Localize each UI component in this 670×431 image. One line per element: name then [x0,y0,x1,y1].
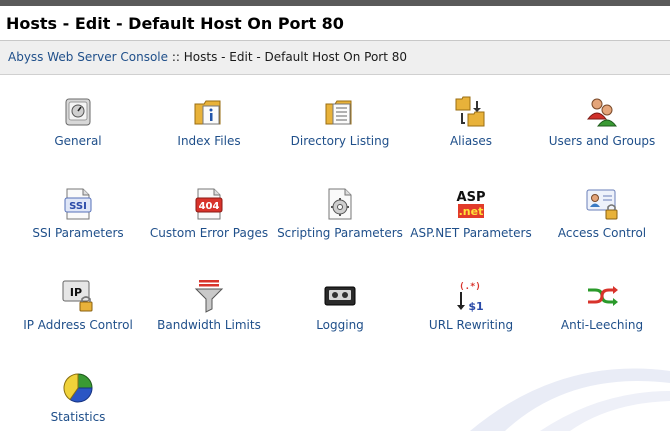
breadcrumb: Abyss Web Server Console :: Hosts - Edit… [0,41,670,75]
item-label: Custom Error Pages [149,226,269,240]
aspnet-icon: ASP .net [457,190,486,218]
aspnet-parameters-item[interactable]: ASP .net ASP.NET Parameters [406,187,536,242]
ssi-parameters-item[interactable]: SSI SSI Parameters [13,187,143,242]
ip-address-control-item[interactable]: IP IP Address Control [13,279,143,334]
item-label: Index Files [177,134,241,148]
users-groups-item[interactable]: Users and Groups [537,95,667,150]
item-label: Logging [316,318,364,332]
net-icon-text: .net [459,205,484,218]
logging-item[interactable]: Logging [275,279,405,334]
dollar-icon-text: $1 [468,300,483,313]
breadcrumb-current: Hosts - Edit - Default Host On Port 80 [183,50,408,64]
item-label: Anti-Leeching [560,318,644,332]
anti-leeching-item[interactable]: Anti-Leeching [537,279,667,334]
ip-icon-text: IP [70,286,82,299]
item-label: Statistics [50,410,106,424]
item-label: IP Address Control [23,318,133,332]
item-label: Scripting Parameters [277,226,403,240]
access-control-icon [586,189,618,220]
regex-icon-text: (.*) [459,282,481,292]
aliases-item[interactable]: Aliases [406,95,536,150]
custom-error-pages-item[interactable]: 404 Custom Error Pages [144,187,274,242]
directory-listing-item[interactable]: Directory Listing [275,95,405,150]
anti-leeching-icon [588,286,618,306]
breadcrumb-separator: :: [168,50,184,64]
item-label: URL Rewriting [428,318,514,332]
index-files-icon [194,100,221,125]
error-404-icon: 404 [195,188,223,220]
users-groups-icon [586,98,618,127]
breadcrumb-root-link[interactable]: Abyss Web Server Console [8,50,168,64]
statistics-item[interactable]: Statistics [13,371,143,426]
bandwidth-limits-item[interactable]: Bandwidth Limits [144,279,274,334]
pie-chart-icon [63,373,93,403]
bandwidth-funnel-icon [194,280,224,313]
general-item[interactable]: General [13,95,143,150]
item-label: Access Control [557,226,647,240]
index-files-item[interactable]: Index Files [144,95,274,150]
scripting-parameters-item[interactable]: Scripting Parameters [275,187,405,242]
aliases-icon [455,96,485,127]
access-control-item[interactable]: Access Control [537,187,667,242]
breadcrumb-text: Abyss Web Server Console :: Hosts - Edit… [8,50,407,64]
ip-control-icon: IP [62,280,93,312]
ssi-icon: SSI [64,188,92,220]
url-rewriting-item[interactable]: (.*) $1 URL Rewriting [406,279,536,334]
item-label: Aliases [449,134,493,148]
page-title: Hosts - Edit - Default Host On Port 80 [6,14,344,33]
item-label: Directory Listing [290,134,390,148]
item-label: Users and Groups [548,134,656,148]
background-swoosh [470,368,670,431]
ssi-icon-text: SSI [69,201,87,212]
item-label: ASP.NET Parameters [410,226,532,240]
url-rewriting-icon: (.*) $1 [457,282,484,313]
general-icon [65,98,91,126]
scripting-icon [328,188,352,220]
asp-icon-text: ASP [457,190,486,205]
cassette-icon [324,286,356,306]
item-label: General [54,134,102,148]
error-icon-text: 404 [199,201,220,212]
title-bar: Hosts - Edit - Default Host On Port 80 [0,6,670,41]
item-label: SSI Parameters [32,226,124,240]
directory-listing-icon [325,100,352,125]
item-label: Bandwidth Limits [157,318,261,332]
